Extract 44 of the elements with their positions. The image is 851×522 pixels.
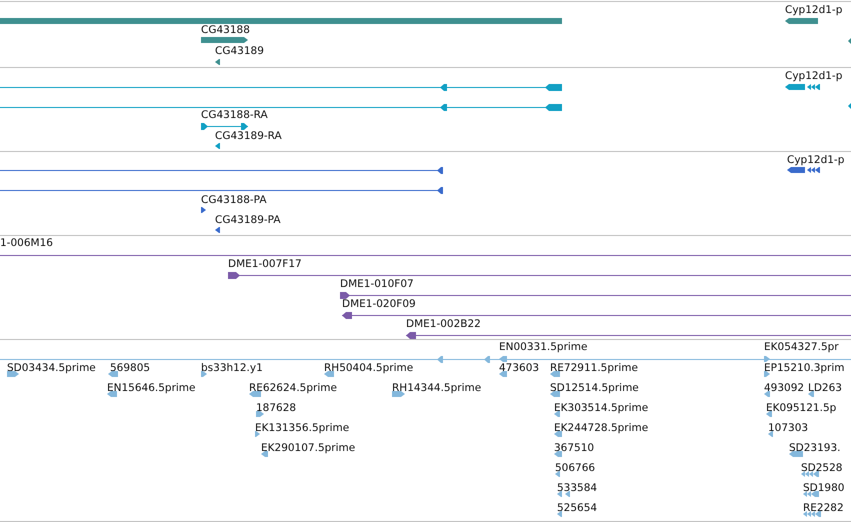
feature-label: EK290107.5prime (261, 442, 356, 455)
feature-label: EK244728.5prime (554, 422, 648, 435)
feature-label: CG43189-RA (215, 130, 282, 143)
feature-label: SD1980 (803, 482, 844, 495)
feature-label: 367510 (554, 442, 594, 455)
feature-label: Cyp12d1-p (787, 154, 844, 167)
feature-label: SD2528 (801, 462, 842, 475)
feature-label: RE2282 (803, 502, 844, 515)
feature-label: SD12514.5prime (550, 382, 639, 395)
feature-label: EP15210.3prim (764, 362, 845, 375)
feature-label: RH14344.5prime (392, 382, 482, 395)
feature-label: 525654 (557, 502, 598, 515)
feature-label: 107303 (768, 422, 808, 435)
feature-label: DME1-010F07 (340, 278, 414, 291)
feature-label: RE72911.5prime (550, 362, 638, 375)
feature-label: RE62624.5prime (249, 382, 337, 395)
feature-label: DME1-020F09 (342, 298, 416, 311)
feature-label: EK095121.5p (766, 402, 836, 415)
feature-label: CG43188-RA (201, 109, 268, 122)
feature-label: CG43188 (201, 24, 250, 37)
feature-label: EN00331.5prime (499, 341, 588, 354)
feature-label: EN15646.5prime (107, 382, 196, 395)
feature-label: EK131356.5prime (255, 422, 350, 435)
feature-label: 493092 (764, 382, 804, 395)
feature-label: CG43189 (215, 45, 264, 58)
feature-label: SD23193. (789, 442, 840, 455)
feature-label: CG43188-PA (201, 194, 267, 207)
feature-label: 473603 (499, 362, 540, 375)
feature-label: 533584 (557, 482, 598, 495)
feature-label: DME1-007F17 (228, 258, 302, 271)
feature-label: bs33h12.y1 (201, 362, 263, 375)
feature-label: SD03434.5prime (7, 362, 96, 375)
feature-label: Cyp12d1-p (785, 70, 842, 83)
feature-label: DME1-002B22 (406, 318, 481, 331)
feature-label: CG43189-PA (215, 214, 281, 227)
feature-label: LD263 (808, 382, 842, 395)
feature-label: 187628 (256, 402, 296, 415)
feature-label: RH50404.5prime (324, 362, 414, 375)
feature-label: 506766 (555, 462, 596, 475)
feature-label: Cyp12d1-p (785, 4, 842, 17)
feature-label: 569805 (110, 362, 150, 375)
feature-label: EK054327.5pr (764, 341, 839, 354)
feature-label: 1-006M16 (0, 237, 53, 250)
feature-label: EK303514.5prime (554, 402, 648, 415)
